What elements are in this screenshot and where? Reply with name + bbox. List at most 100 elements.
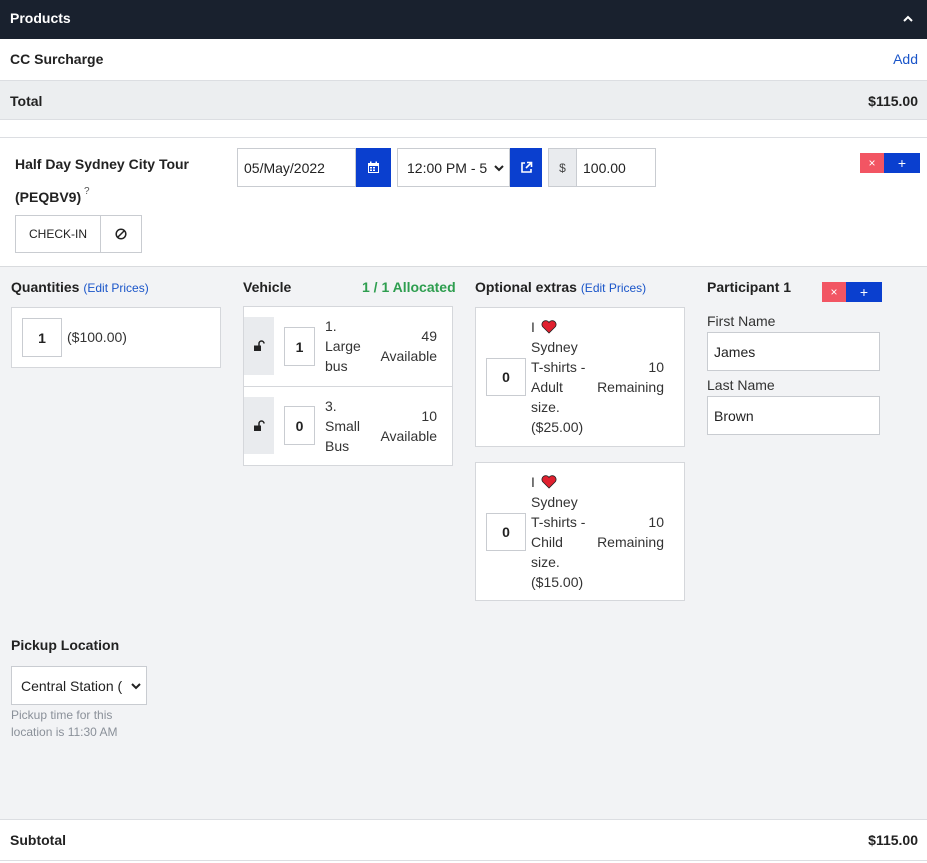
surcharge-add-link[interactable]: Add	[893, 51, 918, 67]
surcharge-row: CC Surcharge Add	[0, 39, 927, 81]
subtotal-row: Subtotal $115.00	[0, 819, 927, 861]
vehicle-name: 3. Small Bus	[325, 396, 360, 456]
pickup-note-line: location is 11:30 AM	[11, 725, 118, 739]
extra-line: Sydney	[531, 339, 578, 355]
products-header[interactable]: Products	[0, 0, 927, 39]
heart-icon	[541, 475, 557, 489]
extra-line: size.	[531, 554, 560, 570]
calendar-icon	[368, 161, 379, 173]
quantity-price: ($100.00)	[67, 329, 127, 345]
vehicle-name-line: Large	[325, 338, 361, 354]
vehicle-qty-input[interactable]: 0	[284, 406, 315, 445]
add-participant-button[interactable]: +	[846, 282, 882, 302]
chevron-up-icon[interactable]	[901, 12, 915, 26]
extra-availability: 10 Remaining	[597, 512, 664, 552]
extra-count: 10	[648, 514, 664, 530]
vehicle-item: 0 3. Small Bus 10 Available	[244, 387, 452, 465]
extra-title-line: I	[531, 472, 585, 492]
extra-price: ($15.00)	[531, 574, 584, 590]
vehicle-count: 10	[421, 408, 437, 424]
open-external-button[interactable]	[510, 148, 542, 187]
unlock-icon	[254, 340, 265, 351]
quantities-edit-prices-link[interactable]: (Edit Prices)	[83, 281, 148, 295]
last-name-input[interactable]: Brown	[707, 396, 880, 435]
no-show-button[interactable]	[101, 216, 141, 252]
subtotal-value: $115.00	[868, 832, 918, 848]
extra-name: I Sydney T-shirts - Child size. ($15.00)	[531, 472, 585, 592]
time-select-value: 12:00 PM - 5	[407, 159, 488, 176]
extra-line: Adult	[531, 379, 563, 395]
checkin-group: CHECK-IN	[15, 215, 142, 253]
first-name-label: First Name	[707, 313, 776, 329]
quantity-card: 1 ($100.00)	[11, 307, 221, 368]
extra-prefix: I	[531, 474, 535, 490]
vehicle-count: 49	[421, 328, 437, 344]
unlock-icon	[254, 419, 265, 431]
vehicle-availability: 49 Available	[380, 326, 437, 366]
extra-line: Sydney	[531, 494, 578, 510]
extra-line: T-shirts -	[531, 359, 586, 375]
products-title: Products	[10, 10, 71, 26]
extras-heading: Optional extras (Edit Prices)	[475, 279, 646, 295]
divider	[0, 137, 927, 138]
external-link-icon	[520, 161, 532, 173]
chevron-down-icon	[131, 683, 141, 690]
vehicle-label: Vehicle	[243, 279, 292, 295]
date-input[interactable]: 05/May/2022	[237, 148, 356, 187]
vehicle-status: Available	[380, 428, 437, 444]
unlock-button[interactable]	[244, 397, 274, 454]
add-product-button[interactable]: +	[884, 153, 920, 173]
first-name-input[interactable]: James	[707, 332, 880, 371]
tour-name: Half Day Sydney City Tour	[15, 156, 190, 172]
extra-card: 0 I Sydney T-shirts - Child size. ($15.0…	[475, 462, 685, 601]
extra-title-line: I	[531, 317, 585, 337]
remove-participant-button[interactable]: ×	[822, 282, 846, 302]
quantities-label: Quantities	[11, 279, 80, 295]
extra-qty-input[interactable]: 0	[486, 358, 526, 396]
last-name-label: Last Name	[707, 377, 775, 393]
participant-label: Participant 1	[707, 279, 792, 295]
total-row: Total $115.00	[0, 81, 927, 120]
pickup-label: Pickup Location	[11, 637, 120, 653]
vehicle-name-line: 1.	[325, 318, 337, 334]
extras-edit-prices-link[interactable]: (Edit Prices)	[581, 281, 646, 295]
quantities-heading: Quantities (Edit Prices)	[11, 279, 149, 295]
vehicle-name-line: 3.	[325, 398, 337, 414]
pickup-select-value: Central Station (	[21, 677, 123, 694]
vehicle-item: 1 1. Large bus 49 Available	[244, 307, 452, 387]
vehicle-name-line: bus	[325, 358, 348, 374]
vehicle-allocated: 1 / 1 Allocated	[362, 279, 456, 295]
unlock-button[interactable]	[244, 317, 274, 375]
ban-icon	[115, 228, 127, 240]
vehicle-list: 1 1. Large bus 49 Available 0 3. Small B…	[243, 306, 453, 466]
extra-line: size.	[531, 399, 560, 415]
calendar-button[interactable]	[356, 148, 391, 187]
extras-label: Optional extras	[475, 279, 577, 295]
currency-addon: $	[548, 148, 577, 187]
quantity-input[interactable]: 1	[22, 318, 62, 357]
extra-prefix: I	[531, 319, 535, 335]
extra-status: Remaining	[597, 379, 664, 395]
tour-code: (PEQBV9)	[15, 189, 82, 205]
vehicle-name: 1. Large bus	[325, 316, 361, 376]
extra-status: Remaining	[597, 534, 664, 550]
vehicle-qty-input[interactable]: 1	[284, 327, 315, 366]
extra-card: 0 I Sydney T-shirts - Adult size. ($25.0…	[475, 307, 685, 447]
help-icon[interactable]: ?	[84, 186, 90, 197]
remove-product-button[interactable]: ×	[860, 153, 884, 173]
checkin-button[interactable]: CHECK-IN	[16, 216, 101, 252]
time-select[interactable]: 12:00 PM - 5	[397, 148, 510, 187]
vehicle-name-line: Small	[325, 418, 361, 434]
extra-price: ($25.00)	[531, 419, 584, 435]
extra-availability: 10 Remaining	[597, 357, 664, 397]
total-label: Total	[10, 93, 43, 109]
pickup-note-line: Pickup time for this	[11, 708, 113, 722]
price-input[interactable]: 100.00	[576, 148, 656, 187]
extra-name: I Sydney T-shirts - Adult size. ($25.00)	[531, 317, 585, 437]
extra-qty-input[interactable]: 0	[486, 513, 526, 551]
extra-count: 10	[648, 359, 664, 375]
extra-line: Child	[531, 534, 563, 550]
pickup-select[interactable]: Central Station (	[11, 666, 147, 705]
vehicle-availability: 10 Available	[380, 406, 437, 446]
chevron-down-icon	[494, 165, 504, 172]
